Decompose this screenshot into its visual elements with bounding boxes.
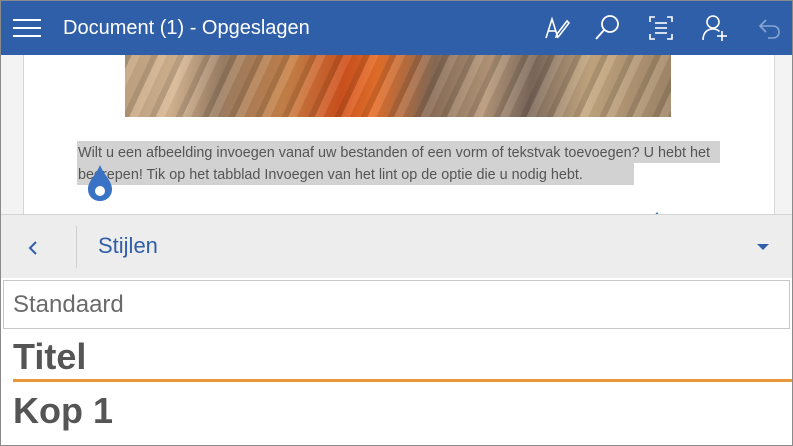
document-paragraph[interactable]: Wilt u een afbeelding invoegen vanaf uw … [78,142,728,186]
share-person-icon[interactable] [700,13,730,43]
document-canvas[interactable]: Wilt u een afbeelding invoegen vanaf uw … [1,55,792,220]
style-item-titel[interactable]: Titel [13,334,792,382]
app-window: Document (1) - Opgeslagen Wilt u een afb… [0,0,793,446]
dropdown-caret-icon[interactable] [751,239,775,255]
title-underline [13,379,792,382]
document-title: Document (1) - Opgeslagen [63,17,310,39]
document-page[interactable]: Wilt u een afbeelding invoegen vanaf uw … [23,55,775,220]
inserted-picture[interactable] [125,55,671,117]
style-item-kop-1[interactable]: Kop 1 [13,388,792,436]
divider [76,226,77,268]
back-chevron-icon[interactable] [19,233,49,263]
menu-icon[interactable] [13,17,43,39]
styles-title: Stijlen [98,233,158,258]
style-label: Standaard [13,291,124,318]
style-item-standaard[interactable]: Standaard [3,280,790,329]
draw-pen-icon[interactable] [542,13,572,43]
styles-list: Standaard Titel Kop 1 [1,278,792,445]
style-label: Kop 1 [13,390,114,431]
search-icon[interactable] [593,13,623,43]
title-bar: Document (1) - Opgeslagen [1,1,792,55]
style-label: Titel [13,336,87,377]
styles-header: Stijlen [1,214,792,279]
selection-handle-start-icon[interactable] [86,163,114,203]
undo-icon[interactable] [753,13,783,43]
focus-read-icon[interactable] [646,13,676,43]
